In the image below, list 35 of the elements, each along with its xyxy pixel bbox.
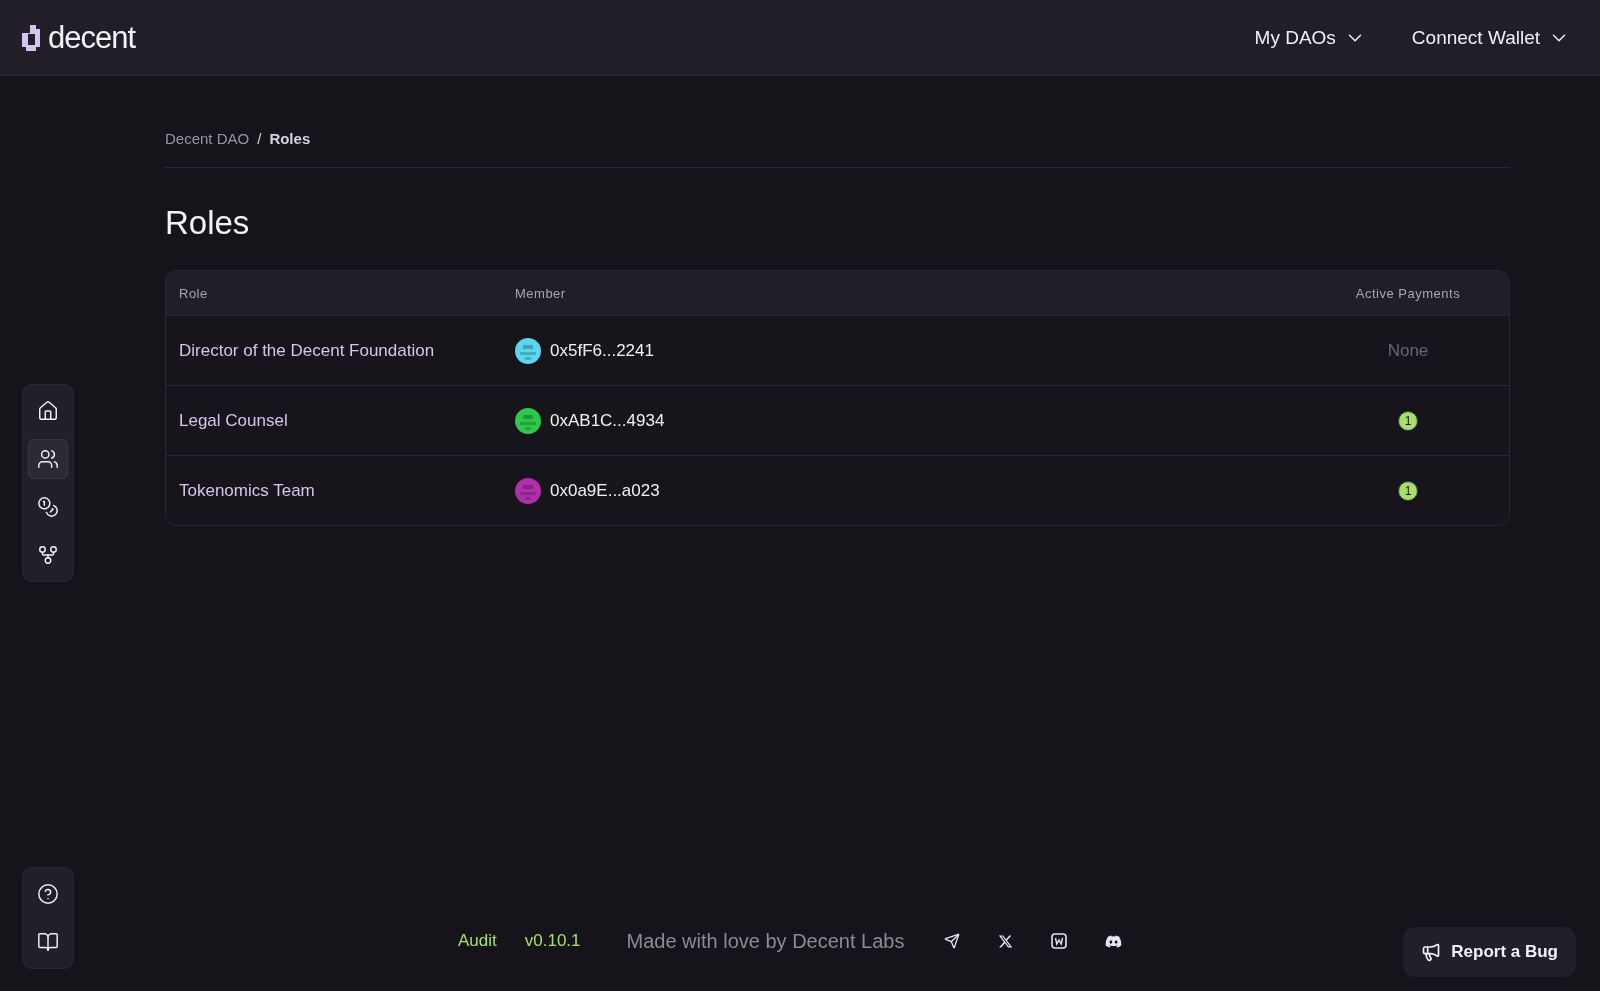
payments-count-badge: 1: [1398, 480, 1418, 501]
footer-tagline: Made with love by Decent Labs: [626, 929, 905, 953]
column-header: Active Payments: [1355, 285, 1461, 301]
book-icon: [37, 931, 59, 953]
payments-count-badge: 1: [1398, 410, 1418, 431]
column-header: Role: [179, 285, 209, 301]
member-address: 0x5fF6...2241: [550, 340, 654, 361]
coins-icon: [37, 496, 59, 518]
payments-text: None: [1387, 340, 1429, 360]
breadcrumb-link[interactable]: Roles: [269, 130, 311, 147]
dropdown-menu-button[interactable]: My DAOs: [1254, 26, 1366, 49]
footer-link[interactable]: Audit: [458, 931, 497, 951]
page-title: Roles: [165, 204, 251, 242]
role-name: Legal Counsel: [179, 410, 289, 431]
table-row[interactable]: Tokenomics Team 0x0a9E...a023 1: [166, 455, 1509, 525]
dropdown-menu-button[interactable]: Connect Wallet: [1411, 26, 1570, 49]
member-address: 0xAB1C...4934: [550, 410, 665, 431]
branch-icon: [37, 544, 59, 566]
home-icon: [37, 400, 59, 422]
breadcrumb-link[interactable]: Decent DAO: [165, 130, 250, 147]
role-name: Tokenomics Team: [179, 480, 316, 501]
breadcrumb-separator: /: [257, 130, 262, 147]
member-address: 0x0a9E...a023: [550, 480, 660, 501]
megaphone-icon: [1421, 942, 1442, 962]
sidebar-button[interactable]: [28, 439, 68, 479]
column-header: Member: [515, 285, 567, 301]
x-logo-icon: [998, 933, 1014, 949]
role-name: Director of the Decent Foundation: [179, 340, 436, 361]
report-bug-button[interactable]: Report a Bug: [1403, 927, 1576, 977]
footer-link[interactable]: v0.10.1: [524, 931, 581, 951]
help-icon: [37, 883, 59, 905]
paper-plane-icon: [944, 933, 961, 949]
logo-text: decent: [48, 19, 136, 56]
warpcast-icon: [1051, 933, 1068, 949]
people-icon: [37, 448, 59, 470]
